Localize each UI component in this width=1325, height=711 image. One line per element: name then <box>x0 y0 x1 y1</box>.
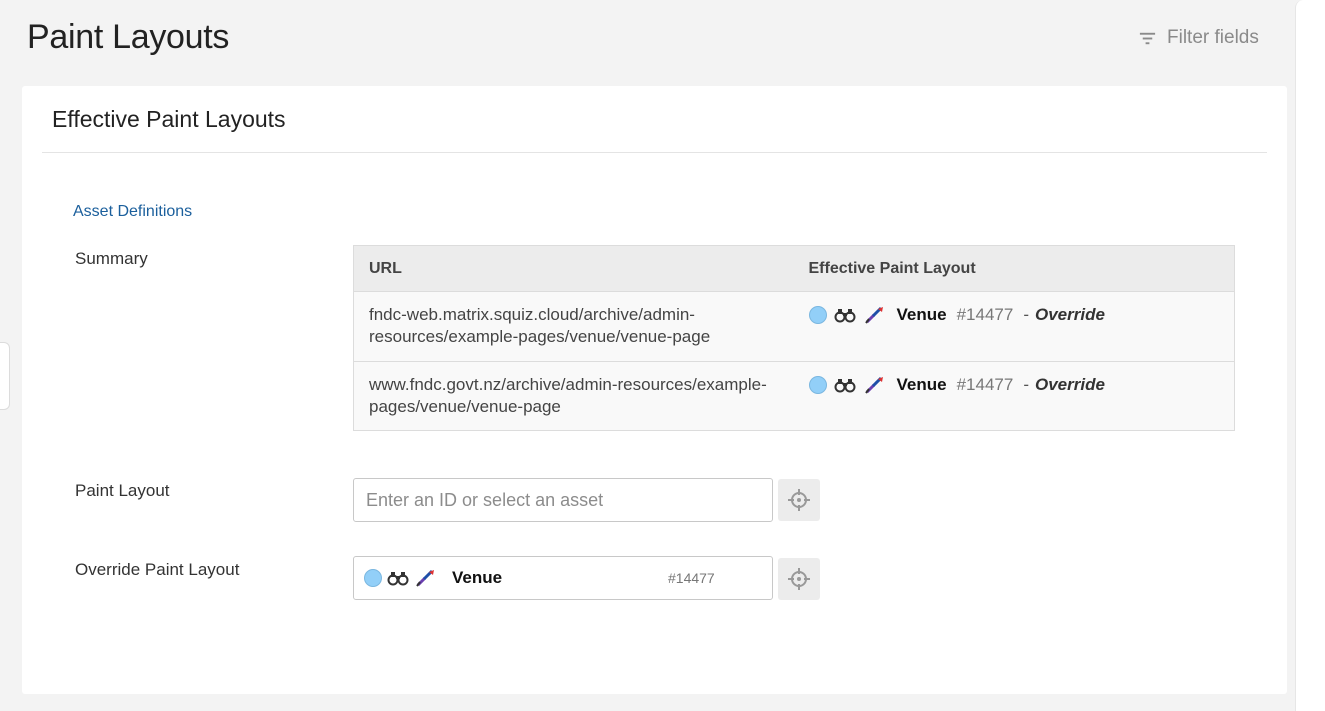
column-header-effective-paint-layout: Effective Paint Layout <box>793 245 1235 292</box>
url-cell: fndc-web.matrix.squiz.cloud/archive/admi… <box>353 291 794 362</box>
effective-paint-layouts-panel: Effective Paint Layouts Asset Definition… <box>22 86 1287 694</box>
override-paint-layout-field[interactable]: Venue #14477 <box>353 556 773 600</box>
filter-fields-button[interactable]: Filter fields <box>1138 27 1259 49</box>
layout-cell: Venue #14477 - Override <box>793 291 1235 362</box>
override-label: Override <box>1035 375 1105 394</box>
asset-definitions-link[interactable]: Asset Definitions <box>73 203 192 221</box>
table-row: fndc-web.matrix.squiz.cloud/archive/admi… <box>353 291 1235 362</box>
status-dot-icon <box>808 306 827 324</box>
panel-title: Effective Paint Layouts <box>52 106 286 132</box>
column-header-url: URL <box>353 245 794 292</box>
override-paint-layout-label: Override Paint Layout <box>75 560 240 579</box>
url-cell: www.fndc.govt.nz/archive/admin-resources… <box>353 361 794 431</box>
asset-id: #14477 <box>956 305 1014 324</box>
status-dot-icon <box>364 569 382 587</box>
override-paint-layout-picker-button[interactable] <box>778 558 820 600</box>
separator-dash: - <box>1023 375 1029 394</box>
binoculars-icon <box>833 375 857 395</box>
right-side-panel-edge <box>1295 0 1325 711</box>
paint-layout-input[interactable] <box>353 478 773 522</box>
crosshair-icon <box>788 568 810 590</box>
table-header-row: URL Effective Paint Layout <box>353 245 1235 292</box>
paint-layout-icon <box>863 375 887 395</box>
asset-reference[interactable]: Venue #14477 - Override <box>808 304 1220 326</box>
binoculars-icon <box>833 305 857 325</box>
filter-icon <box>1139 32 1156 44</box>
summary-table: URL Effective Paint Layout fndc-web.matr… <box>353 245 1235 431</box>
override-asset-id: #14477 <box>668 570 715 586</box>
separator-dash: - <box>1023 305 1029 324</box>
layout-cell: Venue #14477 - Override <box>793 361 1235 431</box>
paint-layout-icon <box>863 305 887 325</box>
panel-divider <box>42 152 1267 153</box>
asset-name: Venue <box>896 305 947 324</box>
summary-label: Summary <box>75 249 148 268</box>
binoculars-icon <box>386 568 410 588</box>
status-dot-icon <box>808 376 827 394</box>
asset-reference[interactable]: Venue #14477 - Override <box>808 374 1220 396</box>
override-asset-name: Venue <box>452 568 503 587</box>
left-side-tab[interactable] <box>0 342 10 410</box>
filter-fields-label: Filter fields <box>1167 27 1259 48</box>
asset-id: #14477 <box>956 375 1014 394</box>
paint-layout-picker-button[interactable] <box>778 479 820 521</box>
asset-name: Venue <box>896 375 947 394</box>
crosshair-icon <box>788 489 810 511</box>
paint-layout-icon <box>414 568 438 588</box>
paint-layout-label: Paint Layout <box>75 481 170 500</box>
override-label: Override <box>1035 305 1105 324</box>
table-row: www.fndc.govt.nz/archive/admin-resources… <box>353 361 1235 431</box>
page-title: Paint Layouts <box>27 18 230 56</box>
